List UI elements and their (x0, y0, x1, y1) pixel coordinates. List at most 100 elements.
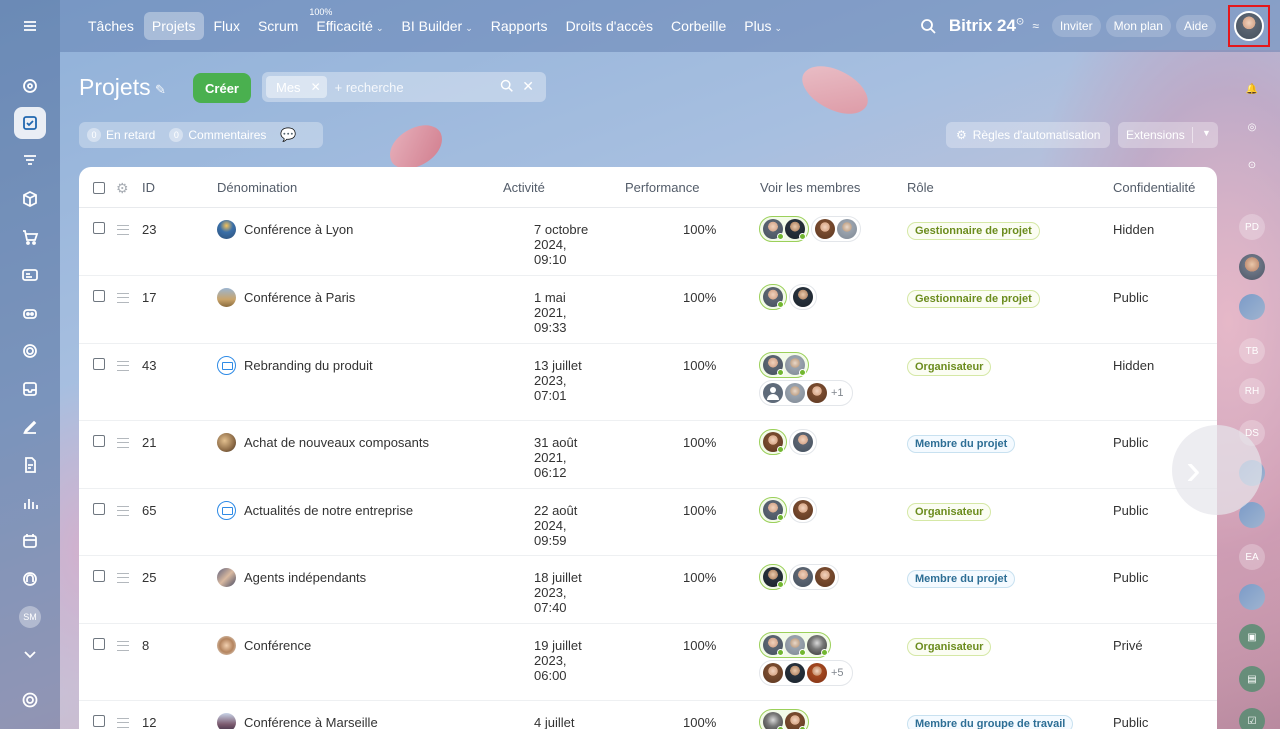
project-name[interactable]: Agents indépendants (244, 570, 366, 585)
member-avatar[interactable] (763, 567, 784, 588)
project-name-cell[interactable]: Conférence (217, 636, 311, 655)
members-cell[interactable] (759, 216, 863, 242)
nav-item-1[interactable]: Projets (143, 12, 204, 40)
card-icon[interactable]: ▤ (1239, 666, 1265, 692)
table-row[interactable]: 43 Rebranding du produit 13 juillet 2023, 07… (79, 344, 1217, 421)
member-group[interactable] (759, 216, 809, 242)
search-filter[interactable]: Mes ✕ + recherche ✕ (262, 72, 546, 102)
nav-item-4[interactable]: 100% Efficacité ⌄ (308, 7, 391, 40)
contact-avatar[interactable]: TB (1239, 338, 1265, 364)
project-name-cell[interactable]: Conférence à Lyon (217, 220, 353, 239)
chevron-down-icon[interactable] (14, 638, 46, 670)
gear-icon[interactable]: ⚙ (116, 180, 129, 197)
table-row[interactable]: 21 Achat de nouveaux composants 31 août 202… (79, 421, 1217, 489)
task-icon[interactable]: ☑ (1239, 708, 1265, 729)
member-avatar[interactable] (807, 635, 828, 656)
brand-logo[interactable]: Bitrix 24⊙ (949, 16, 1024, 36)
table-row[interactable]: 65 Actualités de notre entreprise 22 août 2… (79, 489, 1217, 556)
drag-handle-icon[interactable] (117, 641, 129, 651)
calendar-icon[interactable] (14, 525, 46, 557)
late-counter[interactable]: 0 En retard (87, 128, 155, 142)
column-performance[interactable]: Performance (625, 180, 699, 195)
member-avatar[interactable] (785, 635, 806, 656)
pen-icon[interactable] (14, 411, 46, 443)
inbox-icon[interactable] (14, 373, 46, 405)
table-row[interactable]: 23 Conférence à Lyon 7 octobre 2024, 09:10 10… (79, 208, 1217, 276)
nav-item-0[interactable]: Tâches (80, 12, 142, 40)
member-group[interactable] (789, 284, 817, 310)
box-icon[interactable] (14, 183, 46, 215)
more-members[interactable]: +5 (831, 667, 844, 679)
nav-item-8[interactable]: Corbeille (663, 12, 734, 40)
member-group[interactable] (759, 352, 809, 378)
bookmark-icon[interactable]: ▣ (1239, 624, 1265, 650)
search-input[interactable]: + recherche (335, 80, 404, 95)
remove-filter-icon[interactable]: ✕ (311, 80, 321, 94)
member-group[interactable] (811, 216, 861, 242)
member-avatar[interactable] (785, 219, 806, 240)
project-name[interactable]: Rebranding du produit (244, 358, 373, 373)
row-checkbox[interactable] (93, 570, 105, 582)
filter-chip[interactable]: Mes ✕ (266, 76, 327, 98)
table-row[interactable]: 8 Conférence 19 juillet 2023, 06:00 100% +5 Org… (79, 624, 1217, 701)
member-avatar[interactable] (763, 287, 784, 308)
project-name[interactable]: Conférence à Paris (244, 290, 355, 305)
project-name[interactable]: Actualités de notre entreprise (244, 503, 413, 518)
chevron-right-icon[interactable]: › (1172, 425, 1262, 515)
project-name[interactable]: Conférence à Marseille (244, 715, 378, 729)
clear-search-icon[interactable]: ✕ (522, 78, 534, 95)
group-avatar[interactable] (1239, 584, 1265, 610)
pin-icon[interactable]: ✎ (155, 82, 166, 98)
member-avatar[interactable] (807, 383, 827, 403)
project-name-cell[interactable]: Agents indépendants (217, 568, 366, 587)
feed-icon[interactable] (14, 70, 46, 102)
help-button[interactable]: Aide (1175, 15, 1216, 37)
nav-item-6[interactable]: Rapports (483, 12, 556, 40)
project-name-cell[interactable]: Conférence à Paris (217, 288, 355, 307)
drag-handle-icon[interactable] (117, 718, 129, 728)
table-row[interactable]: 17 Conférence à Paris 1 mai 2021, 09:33 100% G… (79, 276, 1217, 344)
member-group[interactable] (759, 429, 787, 455)
more-members[interactable]: +1 (831, 387, 844, 399)
contact-avatar[interactable] (1239, 254, 1265, 280)
support-icon[interactable] (14, 563, 46, 595)
member-group[interactable] (759, 564, 787, 590)
bell-icon[interactable]: 🔔 (1239, 76, 1265, 102)
member-avatar[interactable] (793, 500, 813, 520)
target-icon[interactable] (14, 335, 46, 367)
member-group[interactable] (759, 632, 831, 658)
user-avatar[interactable]: SM (14, 601, 46, 633)
contact-avatar[interactable]: PD (1239, 214, 1265, 240)
member-group[interactable] (759, 284, 787, 310)
column-members[interactable]: Voir les membres (760, 180, 860, 195)
drag-handle-icon[interactable] (117, 361, 129, 371)
column-privacy[interactable]: Confidentialité (1113, 180, 1195, 195)
member-avatar[interactable] (785, 663, 805, 683)
project-name-cell[interactable]: Rebranding du produit (217, 356, 373, 375)
member-group[interactable] (789, 497, 817, 523)
drag-handle-icon[interactable] (117, 225, 129, 235)
member-group[interactable]: +5 (759, 660, 853, 686)
create-button[interactable]: Créer (193, 73, 251, 103)
member-avatar[interactable] (815, 219, 835, 239)
group-avatar[interactable] (1239, 294, 1265, 320)
members-cell[interactable] (759, 497, 819, 523)
project-name-cell[interactable]: Achat de nouveaux composants (217, 433, 429, 452)
member-avatar[interactable] (763, 663, 783, 683)
contact-avatar[interactable]: EA (1239, 544, 1265, 570)
member-group[interactable] (759, 709, 809, 729)
row-checkbox[interactable] (93, 358, 105, 370)
member-avatar[interactable] (763, 355, 784, 376)
search-icon[interactable] (919, 17, 937, 35)
chat-search-icon[interactable]: ⊙ (1239, 152, 1265, 178)
member-avatar[interactable] (763, 712, 784, 729)
member-avatar[interactable] (763, 500, 784, 521)
column-id[interactable]: ID (142, 180, 155, 195)
chat-read-icon[interactable]: 💬 (280, 127, 296, 143)
extensions-button[interactable]: Extensions ▼ (1118, 122, 1218, 148)
contact-avatar[interactable]: RH (1239, 378, 1265, 404)
invite-button[interactable]: Inviter (1051, 15, 1101, 37)
settings-icon[interactable] (14, 684, 46, 716)
comments-counter[interactable]: 0 Commentaires (169, 128, 266, 142)
profile-avatar-highlight[interactable] (1228, 5, 1270, 47)
